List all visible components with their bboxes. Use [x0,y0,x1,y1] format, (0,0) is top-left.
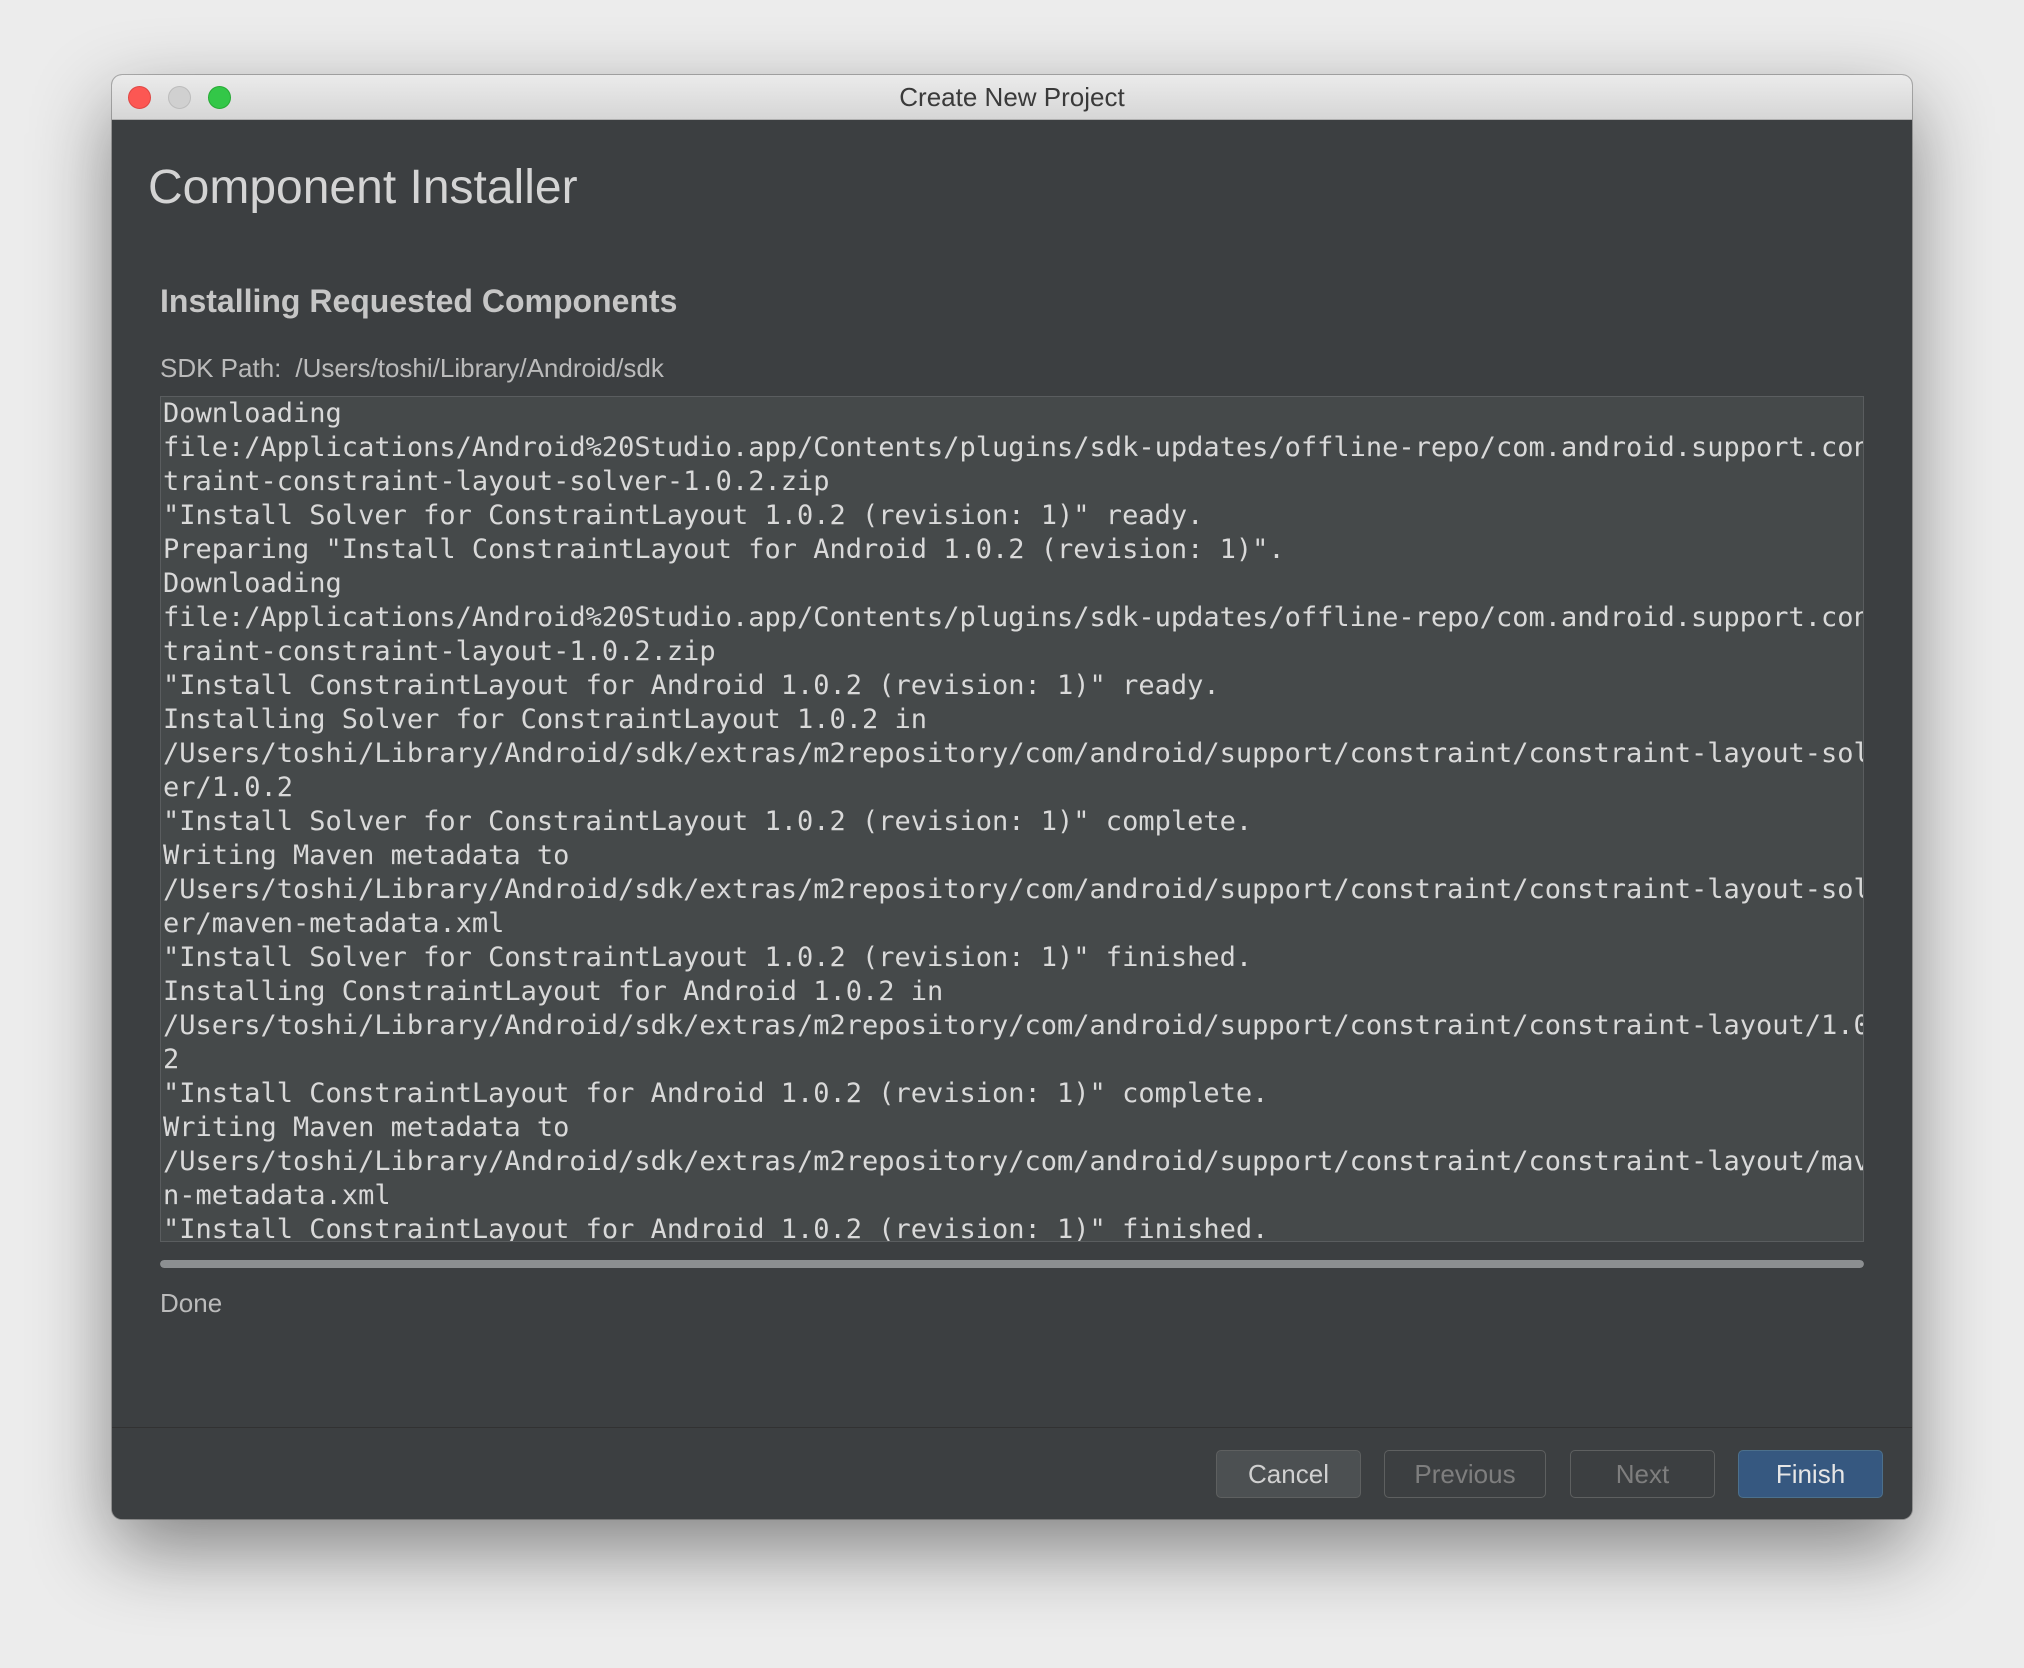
cancel-button[interactable]: Cancel [1216,1450,1361,1498]
sdk-path-label: SDK Path: [160,353,282,383]
window-title: Create New Project [899,82,1125,112]
log-line: "Install Solver for ConstraintLayout 1.0… [163,942,1253,973]
log-line: traint-constraint-layout-1.0.2.zip [163,636,716,667]
log-line: 2 [163,1044,180,1075]
install-status-text: Done [160,1288,223,1318]
log-line: "Install Solver for ConstraintLayout 1.0… [163,500,1204,531]
finish-button[interactable]: Finish [1738,1450,1883,1498]
wizard-footer: Cancel Previous Next Finish [112,1427,1912,1519]
log-line: /Users/toshi/Library/Android/sdk/extras/… [163,738,1864,769]
section-title: Installing Requested Components [160,283,678,319]
log-line: er/1.0.2 [163,772,294,803]
log-line: "Install ConstraintLayout for Android 1.… [163,670,1220,701]
log-line: Preparing "Install ConstraintLayout for … [163,534,1285,565]
log-line: /Users/toshi/Library/Android/sdk/extras/… [163,1010,1864,1041]
previous-button[interactable]: Previous [1384,1450,1546,1498]
log-line: Downloading [163,398,342,429]
next-button[interactable]: Next [1570,1450,1715,1498]
log-line: er/maven-metadata.xml [163,908,505,939]
install-progress-fill [160,1260,1864,1268]
log-line: "Install ConstraintLayout for Android 1.… [163,1078,1269,1109]
log-line: n-metadata.xml [163,1180,391,1211]
wizard-content: Component Installer Installing Requested… [112,120,1912,1427]
log-line: traint-constraint-layout-solver-1.0.2.zi… [163,466,830,497]
log-line: file:/Applications/Android%20Studio.app/… [163,432,1864,463]
install-log-output[interactable]: Downloading file:/Applications/Android%20… [160,396,1864,1242]
log-line: "Install Solver for ConstraintLayout 1.0… [163,806,1253,837]
log-line: Installing Solver for ConstraintLayout 1… [163,704,928,735]
title-bar[interactable]: Create New Project [112,75,1912,120]
dialog-window: Create New Project Component Installer I… [112,75,1912,1519]
sdk-path-row: SDK Path: /Users/toshi/Library/Android/sd… [160,353,664,384]
log-line: /Users/toshi/Library/Android/sdk/extras/… [163,874,1864,905]
log-line: file:/Applications/Android%20Studio.app/… [163,602,1864,633]
install-progress-bar [160,1260,1864,1268]
log-line: Writing Maven metadata to [163,840,570,871]
sdk-path-value: /Users/toshi/Library/Android/sdk [295,353,664,383]
page-title: Component Installer [148,161,578,214]
log-line: /Users/toshi/Library/Android/sdk/extras/… [163,1146,1864,1177]
log-line: Writing Maven metadata to [163,1112,570,1143]
log-line: Installing ConstraintLayout for Android … [163,976,944,1007]
log-line: "Install ConstraintLayout for Android 1.… [163,1214,1269,1242]
log-line: Downloading [163,568,342,599]
